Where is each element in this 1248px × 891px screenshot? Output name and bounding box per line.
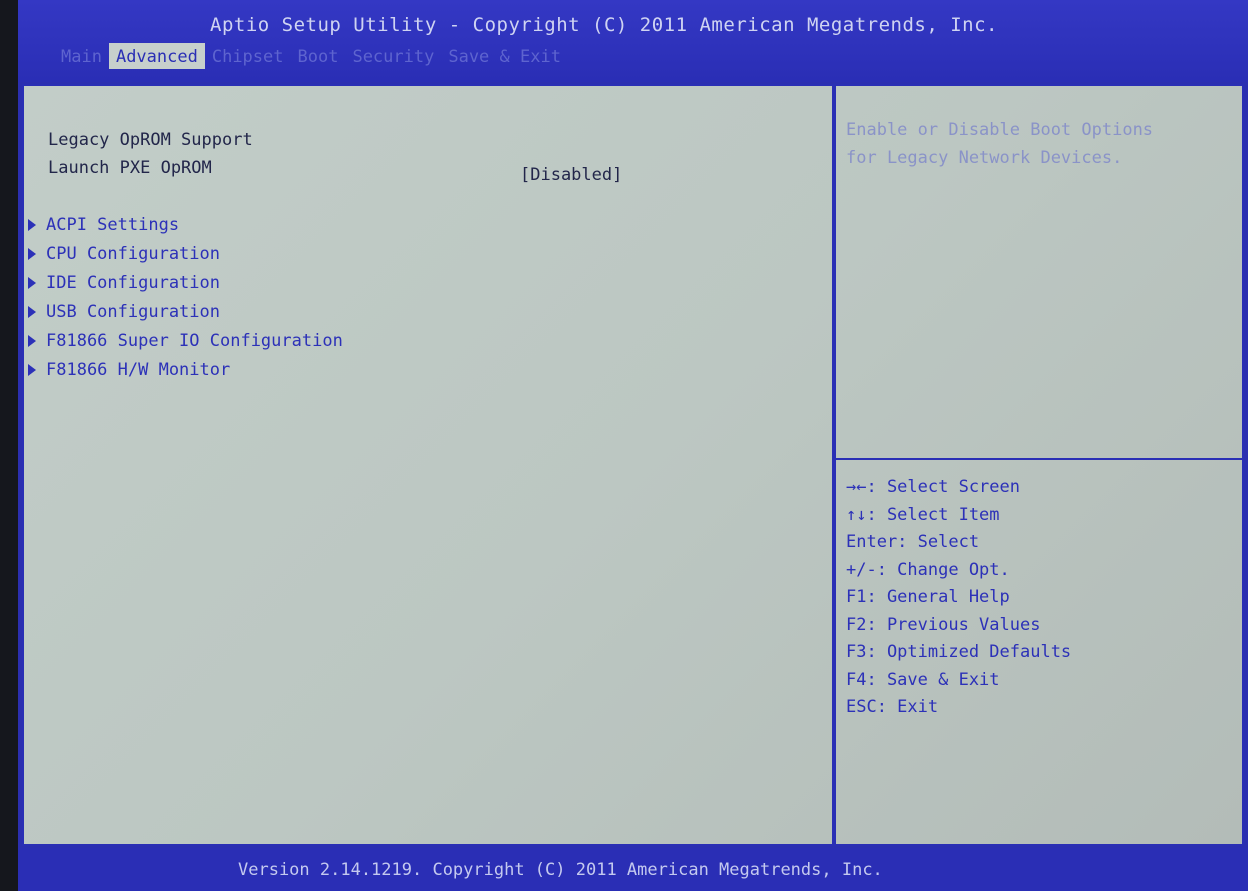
- key-change-opt: +/-: Change Opt.: [846, 559, 1010, 580]
- key-legend: →←: Select Screen ↑↓: Select Item Enter:…: [846, 474, 1071, 722]
- setting-launch-pxe-oprom-label[interactable]: Launch PXE OpROM: [48, 158, 212, 178]
- help-line: Enable or Disable Boot Options: [846, 120, 1154, 140]
- version-info: Version 2.14.1219. Copyright (C) 2011 Am…: [238, 860, 883, 880]
- setting-launch-pxe-oprom-value[interactable]: [Disabled]: [520, 165, 622, 185]
- submenu-label: CPU Configuration: [46, 244, 220, 264]
- submenu-arrow-icon: [28, 306, 36, 318]
- key-select-item: ↑↓: Select Item: [846, 504, 1000, 525]
- settings-pane: Legacy OpROM Support Launch PXE OpROM [D…: [22, 84, 834, 846]
- key-save-exit: F4: Save & Exit: [846, 669, 1000, 690]
- tab-chipset[interactable]: Chipset: [205, 43, 291, 69]
- key-enter-select: Enter: Select: [846, 532, 980, 552]
- submenu-arrow-icon: [28, 364, 36, 376]
- submenu-usb-configuration[interactable]: USB Configuration: [28, 302, 220, 322]
- key-general-help: F1: General Help: [846, 587, 1010, 607]
- key-select-screen: →←: Select Screen: [846, 477, 1020, 497]
- help-pane: Enable or Disable Boot Options for Legac…: [834, 84, 1244, 846]
- main-body: Legacy OpROM Support Launch PXE OpROM [D…: [22, 84, 1244, 846]
- submenu-cpu-configuration[interactable]: CPU Configuration: [28, 244, 220, 264]
- tab-advanced[interactable]: Advanced: [108, 43, 205, 69]
- submenu-ide-configuration[interactable]: IDE Configuration: [28, 273, 220, 293]
- tab-security[interactable]: Security: [345, 43, 441, 69]
- key-esc-exit: ESC: Exit: [846, 697, 939, 717]
- key-previous-values: F2: Previous Values: [846, 614, 1041, 635]
- tab-save-exit[interactable]: Save & Exit: [441, 43, 568, 69]
- tab-main[interactable]: Main: [54, 43, 109, 69]
- submenu-label: F81866 Super IO Configuration: [46, 331, 343, 351]
- tab-bar: Main Advanced Chipset Boot Security Save…: [54, 43, 568, 69]
- section-title: Legacy OpROM Support: [48, 130, 253, 150]
- submenu-super-io-configuration[interactable]: F81866 Super IO Configuration: [28, 331, 343, 351]
- help-description: Enable or Disable Boot Options for Legac…: [846, 116, 1236, 172]
- header-bar: Aptio Setup Utility - Copyright (C) 2011…: [18, 0, 1248, 82]
- app-title: Aptio Setup Utility - Copyright (C) 2011…: [210, 14, 998, 36]
- footer-bar: Version 2.14.1219. Copyright (C) 2011 Am…: [18, 848, 1248, 891]
- submenu-label: F81866 H/W Monitor: [46, 360, 231, 380]
- submenu-acpi-settings[interactable]: ACPI Settings: [28, 215, 179, 235]
- help-line: for Legacy Network Devices.: [846, 148, 1123, 168]
- submenu-hw-monitor[interactable]: F81866 H/W Monitor: [28, 360, 230, 380]
- submenu-arrow-icon: [28, 277, 36, 289]
- submenu-arrow-icon: [28, 219, 36, 231]
- key-optimized-defaults: F3: Optimized Defaults: [846, 642, 1072, 662]
- bios-screen: Aptio Setup Utility - Copyright (C) 2011…: [18, 0, 1248, 891]
- submenu-arrow-icon: [28, 335, 36, 347]
- submenu-arrow-icon: [28, 248, 36, 260]
- help-divider: [836, 458, 1242, 460]
- submenu-label: ACPI Settings: [46, 215, 180, 235]
- tab-boot[interactable]: Boot: [291, 43, 346, 69]
- submenu-label: USB Configuration: [46, 302, 220, 322]
- submenu-label: IDE Configuration: [46, 273, 220, 293]
